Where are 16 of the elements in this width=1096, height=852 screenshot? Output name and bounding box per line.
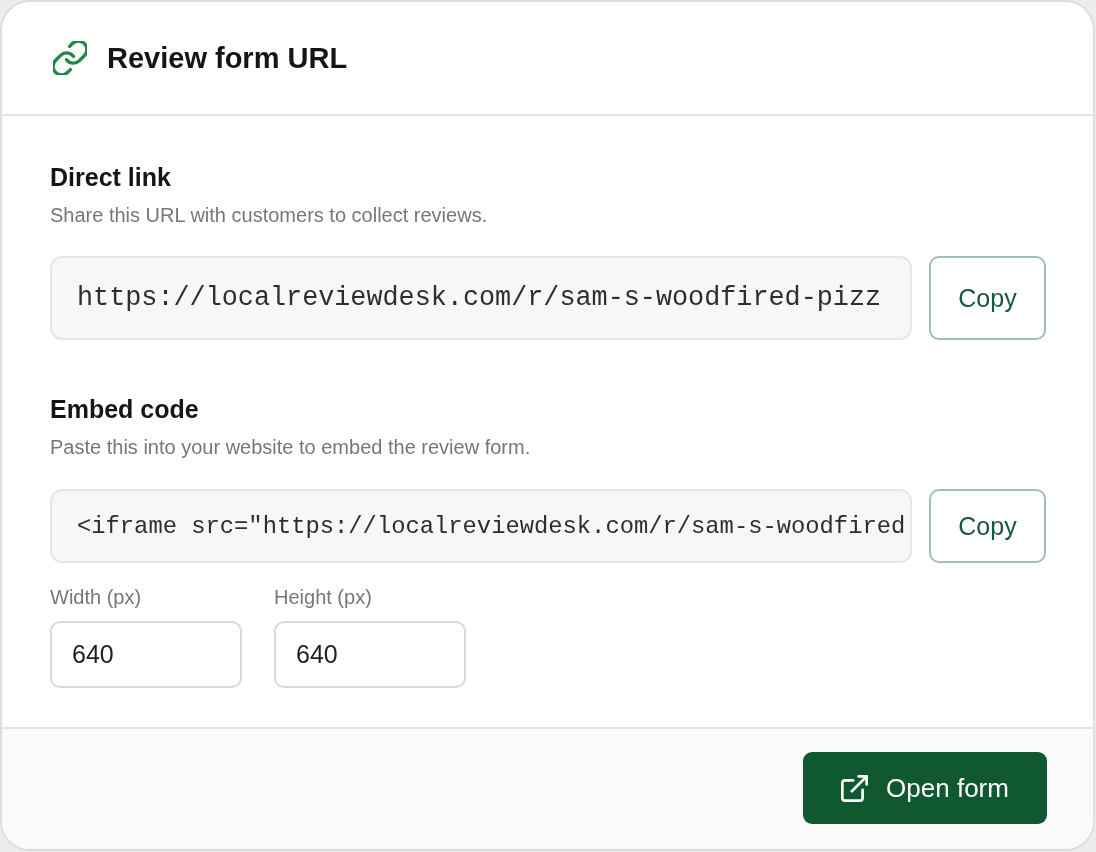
code-field[interactable]: <iframe src="https://localreviewdesk.com/r/sam-s-woodfired [50, 489, 912, 563]
section-title: Direct link [50, 162, 172, 192]
external-link-icon [841, 774, 869, 802]
field-label: Width (px) [50, 585, 143, 609]
field-label: Height (px) [274, 585, 373, 609]
number-input[interactable]: 640 [50, 621, 242, 688]
open-form-button[interactable]: Open form [803, 752, 1047, 824]
link-icon [53, 41, 87, 75]
number-input[interactable]: 640 [274, 621, 466, 688]
section-description: Paste this into your website to embed the review form. [50, 435, 532, 459]
code-field[interactable]: https://localreviewdesk.com/r/sam-s-woodfired-pizz [50, 256, 912, 340]
section-description: Share this URL with customers to collect reviews. [50, 203, 489, 227]
section-title: Embed code [50, 394, 200, 424]
card-title: Review form URL [107, 41, 348, 75]
copy-button[interactable]: Copy [929, 489, 1046, 563]
copy-button[interactable]: Copy [929, 256, 1046, 340]
